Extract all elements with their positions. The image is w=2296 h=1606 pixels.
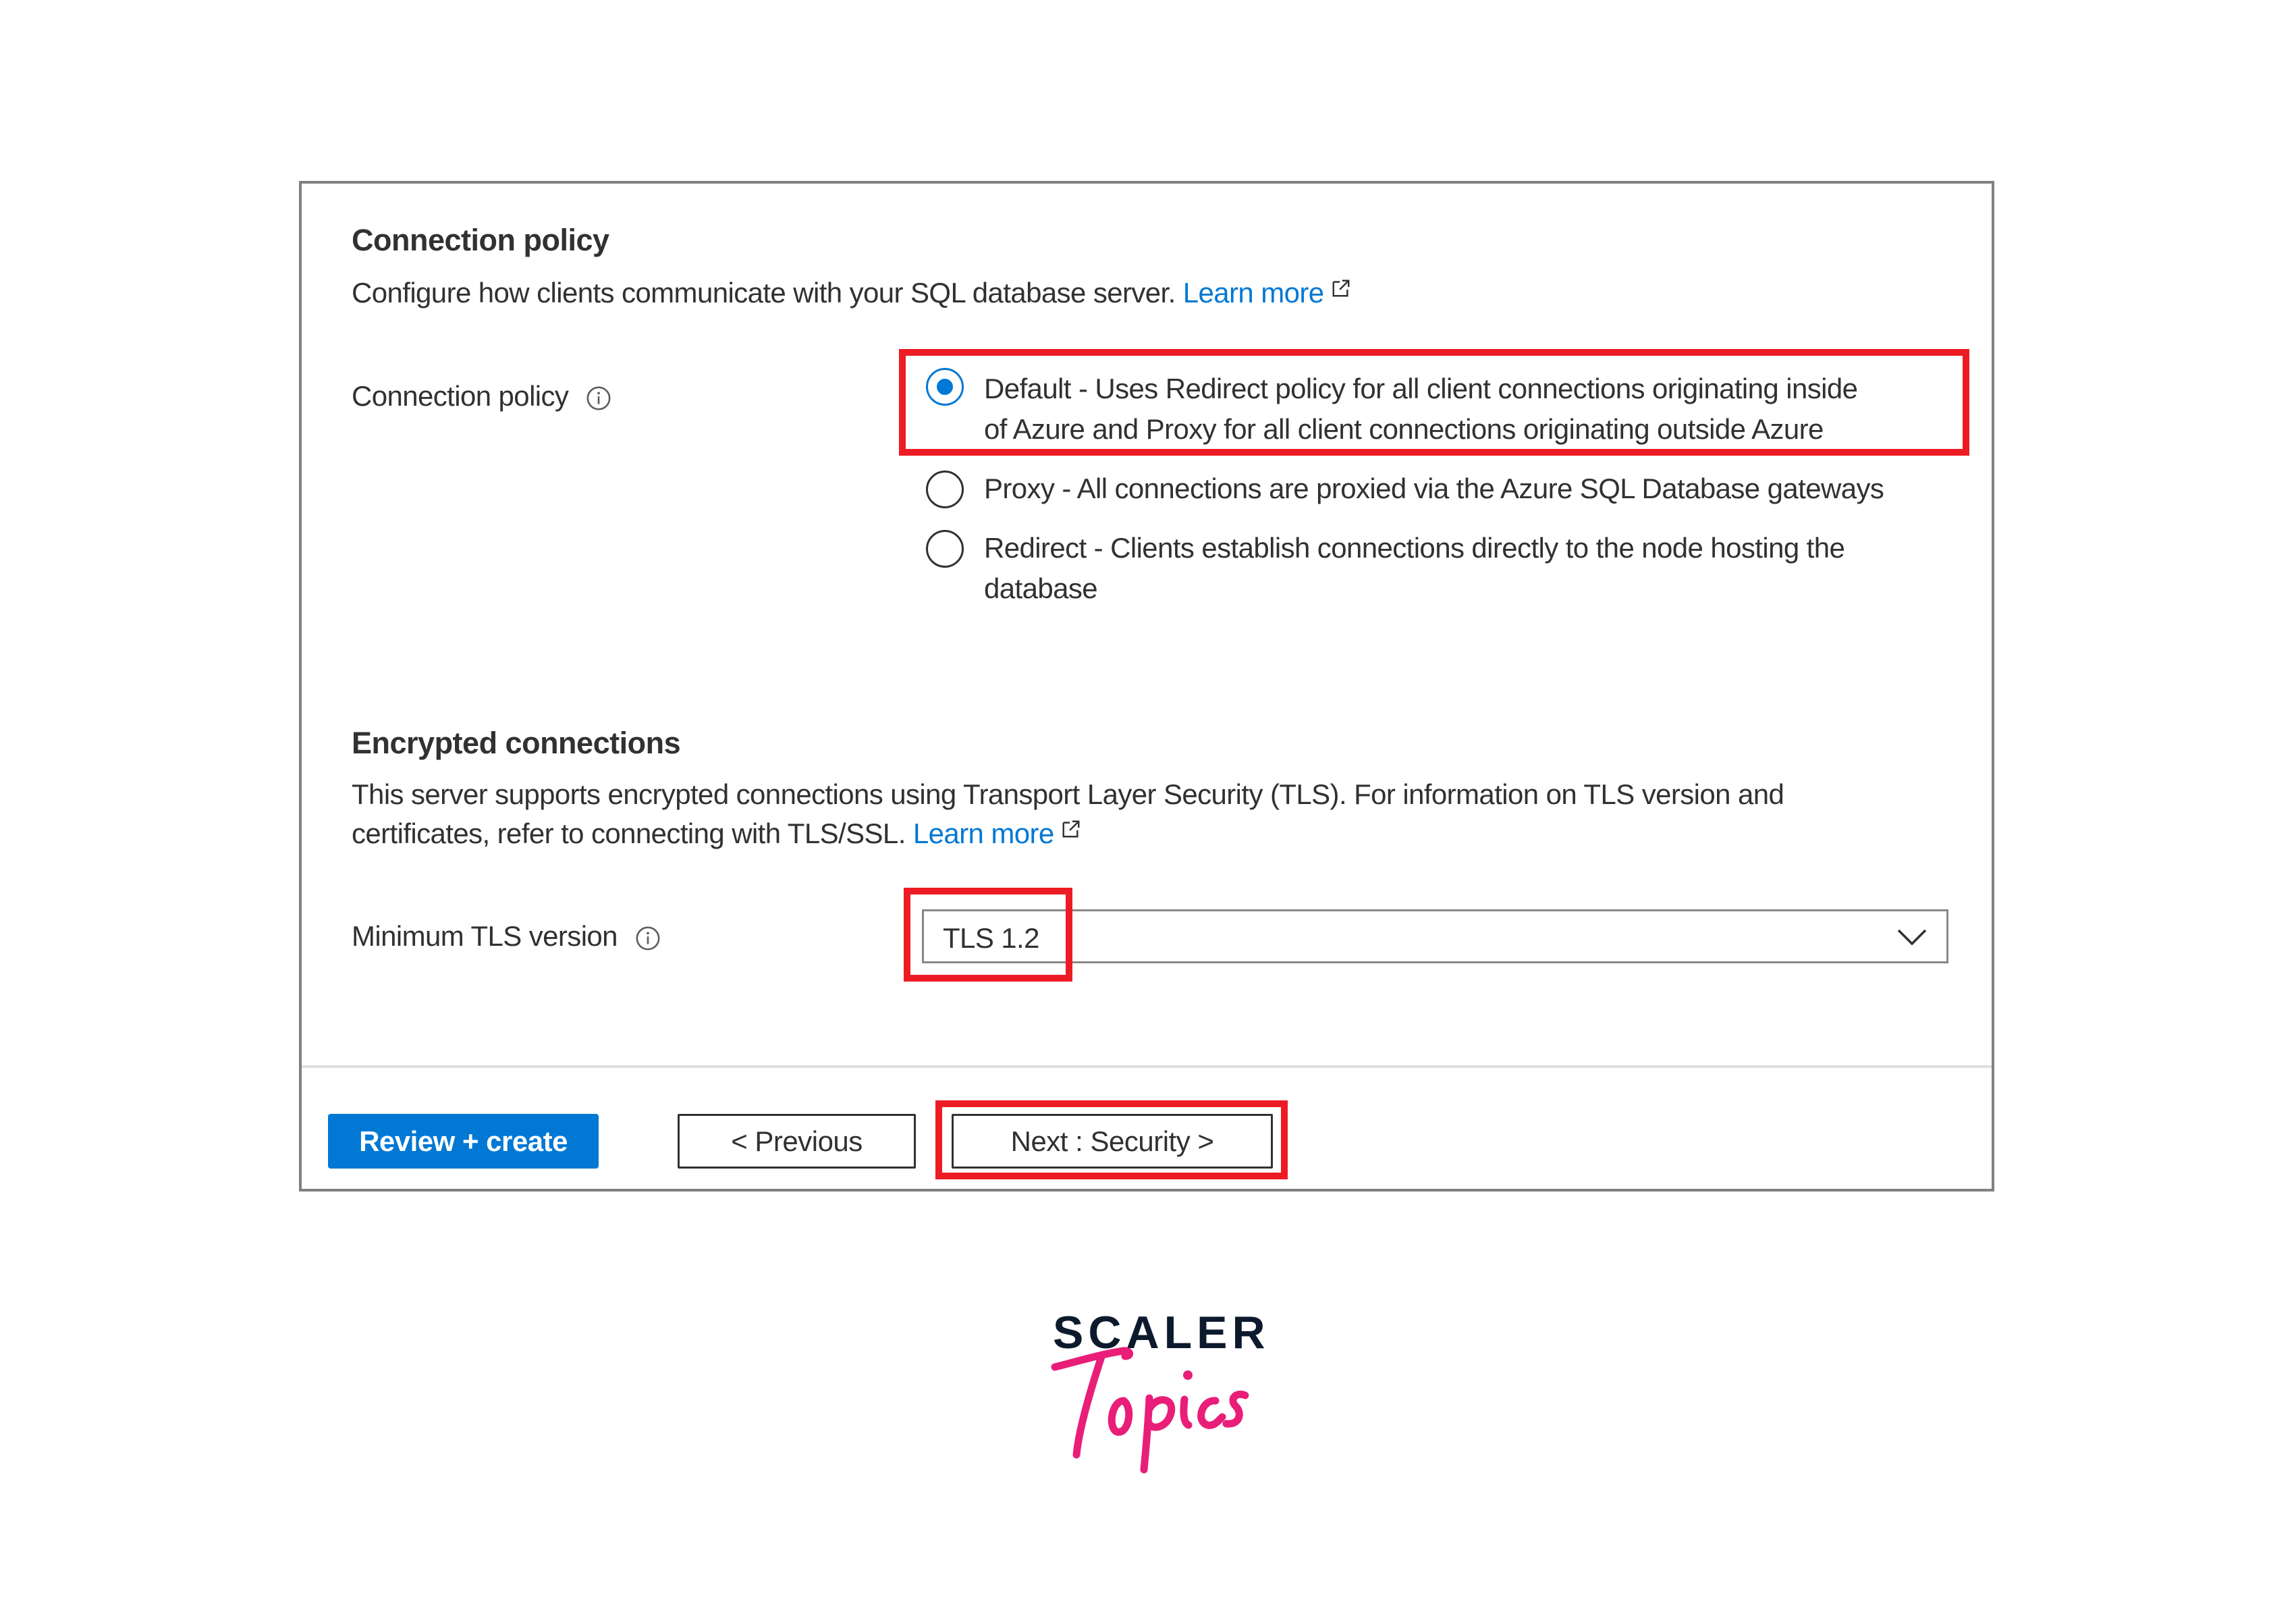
option-redirect-label-line1[interactable]: Redirect - Clients establish connections…	[984, 532, 1845, 564]
info-icon[interactable]	[586, 385, 611, 411]
connection-policy-label: Connection policy	[352, 380, 569, 412]
review-create-button[interactable]: Review + create	[328, 1114, 599, 1169]
connection-policy-heading: Connection policy	[352, 223, 609, 257]
connection-policy-label-row: Connection policy	[352, 380, 611, 412]
encrypted-description-line1: This server supports encrypted connectio…	[352, 778, 1784, 810]
external-link-icon[interactable]	[1331, 278, 1351, 298]
encrypted-connections-heading: Encrypted connections	[352, 726, 681, 760]
description-text: certificates, refer to connecting with T…	[352, 818, 906, 849]
minimum-tls-label: Minimum TLS version	[352, 920, 618, 952]
encrypted-description-line2: certificates, refer to connecting with T…	[352, 818, 1081, 850]
option-proxy-label[interactable]: Proxy - All connections are proxied via …	[984, 473, 1884, 505]
next-security-button[interactable]: Next : Security >	[952, 1114, 1273, 1169]
option-redirect-label-line2[interactable]: database	[984, 572, 1098, 605]
previous-button[interactable]: < Previous	[678, 1114, 916, 1169]
logo-topics-script	[1051, 1347, 1249, 1474]
minimum-tls-dropdown[interactable]: TLS 1.2	[922, 909, 1948, 963]
connection-policy-description: Configure how clients communicate with y…	[352, 277, 1351, 309]
option-default-label-line1[interactable]: Default - Uses Redirect policy for all c…	[984, 373, 1858, 405]
radio-default[interactable]	[926, 368, 964, 406]
learn-more-link[interactable]: Learn more	[913, 818, 1054, 849]
footer-divider	[302, 1065, 1992, 1068]
tls-selected-value: TLS 1.2	[943, 922, 1039, 954]
radio-proxy[interactable]	[926, 471, 964, 508]
external-link-icon[interactable]	[1061, 819, 1081, 839]
chevron-down-icon	[1897, 929, 1927, 946]
settings-panel	[299, 181, 1994, 1192]
option-default-label-line2[interactable]: of Azure and Proxy for all client connec…	[984, 413, 1824, 446]
info-icon[interactable]	[635, 926, 661, 951]
learn-more-link[interactable]: Learn more	[1183, 277, 1324, 309]
tls-label-row: Minimum TLS version	[352, 920, 661, 953]
description-text: Configure how clients communicate with y…	[352, 277, 1176, 309]
radio-redirect[interactable]	[926, 530, 964, 568]
